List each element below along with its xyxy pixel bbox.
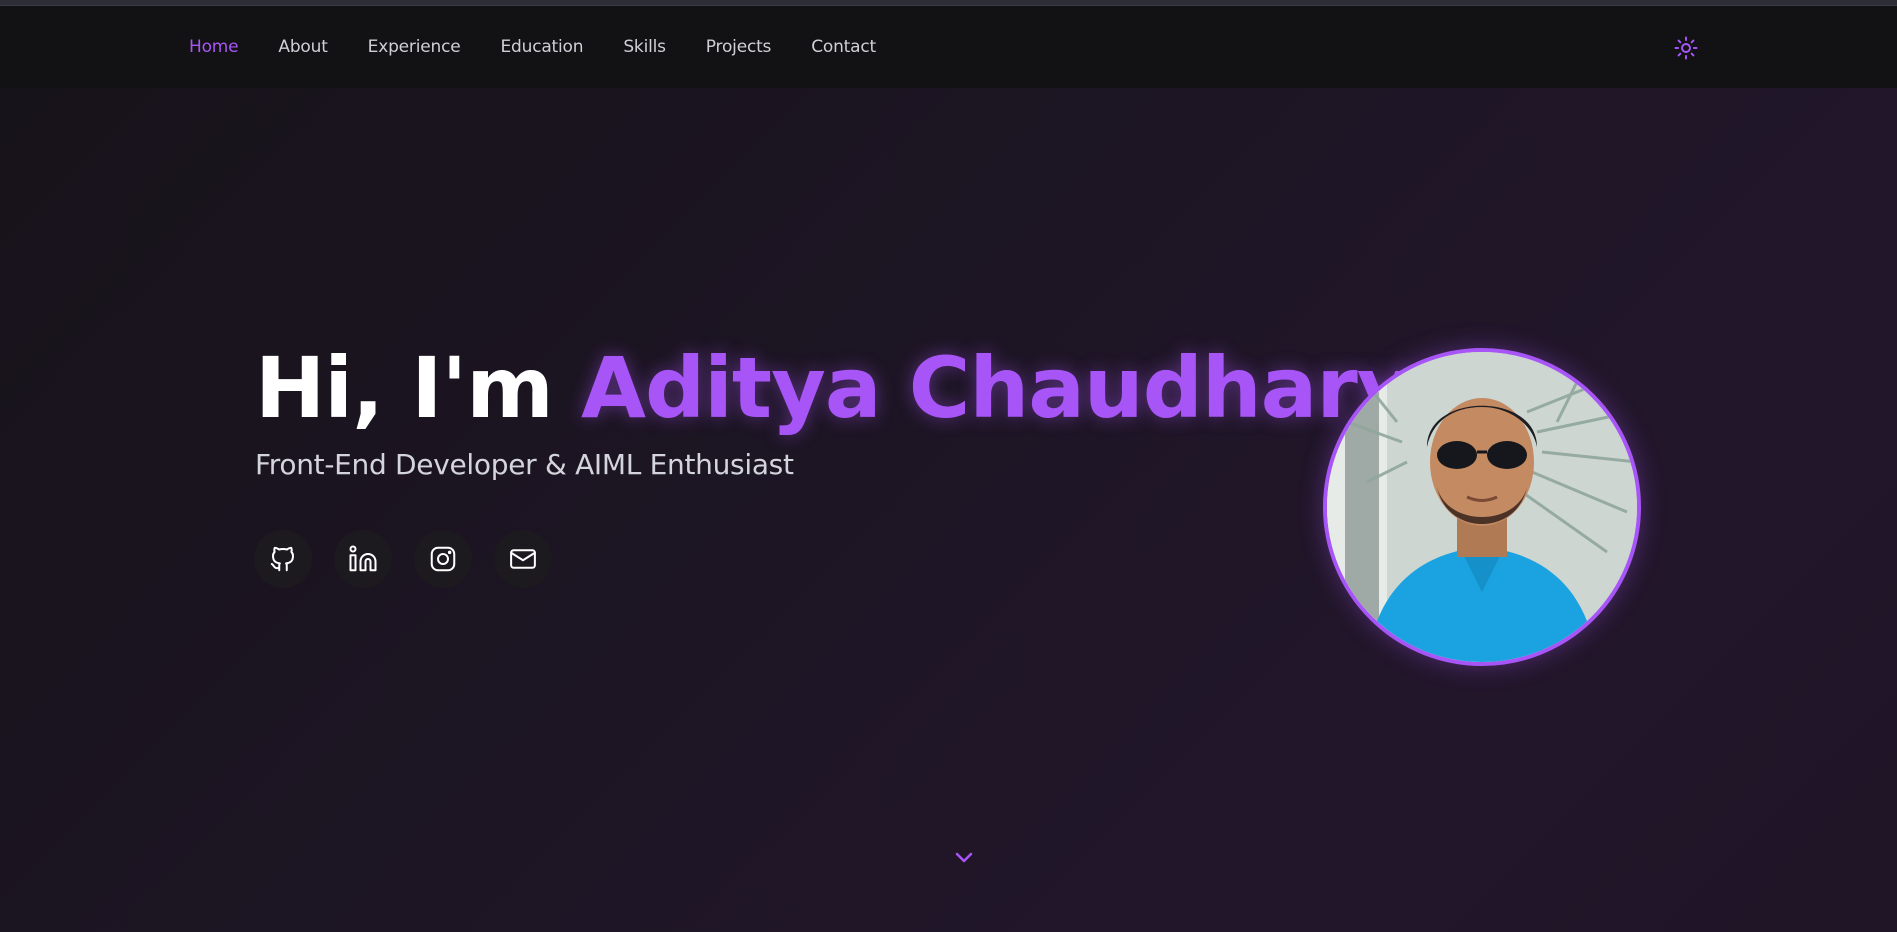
nav-links: Home About Experience Education Skills P… xyxy=(189,6,916,88)
hero-headline: Hi, I'm Aditya Chaudhary xyxy=(255,338,1411,438)
email-link[interactable] xyxy=(494,530,552,588)
nav-item-about[interactable]: About xyxy=(278,37,327,57)
profile-photo xyxy=(1323,348,1641,666)
theme-toggle-button[interactable] xyxy=(1671,33,1701,63)
nav-item-projects[interactable]: Projects xyxy=(706,37,772,57)
github-link[interactable] xyxy=(254,530,312,588)
profile-photo-illustration xyxy=(1327,352,1637,662)
github-icon xyxy=(270,546,294,572)
nav-item-home[interactable]: Home xyxy=(189,37,239,57)
hero-section: Hi, I'm Aditya Chaudhary Front-End Devel… xyxy=(0,88,1897,932)
nav-item-experience[interactable]: Experience xyxy=(368,37,461,57)
instagram-link[interactable] xyxy=(414,530,472,588)
scroll-down-button[interactable] xyxy=(952,848,976,868)
nav-item-skills[interactable]: Skills xyxy=(623,37,666,57)
linkedin-icon xyxy=(349,545,377,572)
hero-greeting: Hi, I'm xyxy=(255,339,554,437)
social-links xyxy=(254,530,552,588)
nav-item-education[interactable]: Education xyxy=(500,37,583,57)
sun-icon xyxy=(1674,36,1698,60)
navbar: Home About Experience Education Skills P… xyxy=(0,6,1897,88)
hero-name: Aditya Chaudhary xyxy=(581,339,1411,437)
nav-item-contact[interactable]: Contact xyxy=(811,37,876,57)
mail-icon xyxy=(510,549,536,569)
linkedin-link[interactable] xyxy=(334,530,392,588)
chevron-down-icon xyxy=(955,852,973,863)
hero-subtitle: Front-End Developer & AIML Enthusiast xyxy=(255,448,794,481)
instagram-icon xyxy=(430,546,456,572)
